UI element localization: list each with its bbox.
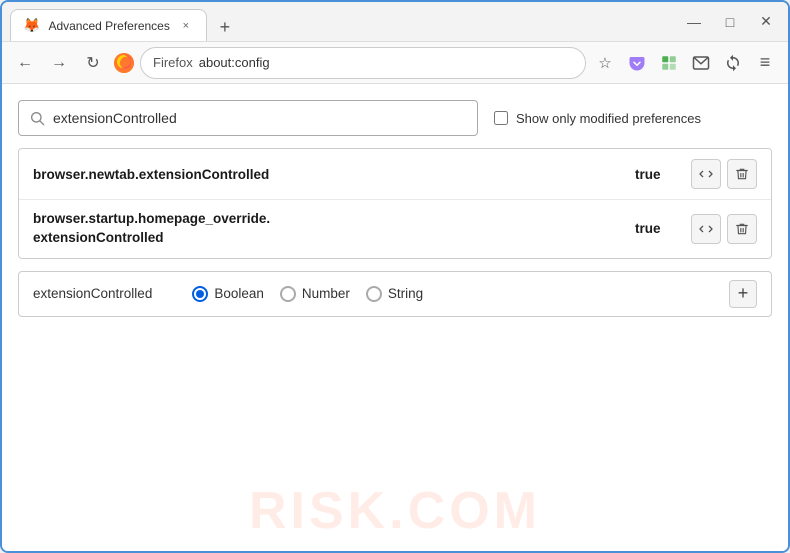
- radio-string-circle: [366, 286, 382, 302]
- title-bar: 🦊 Advanced Preferences × + — □ ✕: [2, 2, 788, 42]
- radio-boolean-circle: [192, 286, 208, 302]
- radio-boolean[interactable]: Boolean: [192, 286, 264, 302]
- pref-name: browser.newtab.extensionControlled: [33, 167, 635, 182]
- toggle-icon: [698, 221, 714, 237]
- puzzle-icon: [660, 54, 678, 72]
- mail-icon: [692, 54, 710, 72]
- radio-boolean-label: Boolean: [214, 286, 264, 301]
- tab-close-button[interactable]: ×: [178, 18, 194, 34]
- row-actions: [691, 214, 757, 244]
- pocket-button[interactable]: [622, 48, 652, 78]
- radio-number[interactable]: Number: [280, 286, 350, 302]
- new-pref-row: extensionControlled Boolean Number Strin…: [18, 271, 772, 317]
- show-modified-checkbox[interactable]: [494, 111, 508, 125]
- back-button[interactable]: ←: [10, 48, 40, 78]
- results-table: browser.newtab.extensionControlled true: [18, 148, 772, 259]
- forward-button[interactable]: →: [44, 48, 74, 78]
- radio-number-label: Number: [302, 286, 350, 301]
- pref-name-multiline: browser.startup.homepage_override. exten…: [33, 210, 635, 248]
- url-display: about:config: [199, 55, 270, 70]
- table-row: browser.startup.homepage_override. exten…: [19, 200, 771, 258]
- close-button[interactable]: ✕: [752, 8, 780, 36]
- new-tab-button[interactable]: +: [211, 13, 239, 41]
- watermark: RISK.COM: [249, 481, 541, 541]
- tab-title: Advanced Preferences: [48, 19, 169, 33]
- pref-value: true: [635, 167, 675, 182]
- toggle-button[interactable]: [691, 214, 721, 244]
- sync-button[interactable]: [718, 48, 748, 78]
- address-bar[interactable]: Firefox about:config: [140, 47, 586, 79]
- add-pref-button[interactable]: +: [729, 280, 757, 308]
- radio-string[interactable]: String: [366, 286, 423, 302]
- row-actions: [691, 159, 757, 189]
- toggle-icon: [698, 166, 714, 182]
- browser-window: 🦊 Advanced Preferences × + — □ ✕ ← → ↻ F…: [0, 0, 790, 553]
- page-content: RISK.COM Show only modified preferences …: [2, 84, 788, 551]
- browser-brand: Firefox: [153, 55, 193, 70]
- delete-button[interactable]: [727, 159, 757, 189]
- minimize-button[interactable]: —: [680, 8, 708, 36]
- radio-group: Boolean Number String: [192, 286, 713, 302]
- download-button[interactable]: [686, 48, 716, 78]
- pref-search-box[interactable]: [18, 100, 478, 136]
- sync-icon: [724, 54, 742, 72]
- trash-icon: [735, 221, 749, 237]
- pref-name-line2: extensionControlled: [33, 230, 164, 245]
- tab-favicon: 🦊: [23, 17, 40, 34]
- tab-area: 🦊 Advanced Preferences × +: [10, 2, 680, 41]
- menu-button[interactable]: ≡: [750, 48, 780, 78]
- pref-value: true: [635, 221, 675, 236]
- radio-number-circle: [280, 286, 296, 302]
- extension-button[interactable]: [654, 48, 684, 78]
- reload-button[interactable]: ↻: [78, 48, 108, 78]
- search-input[interactable]: [53, 110, 467, 126]
- radio-string-label: String: [388, 286, 423, 301]
- delete-button[interactable]: [727, 214, 757, 244]
- table-row: browser.newtab.extensionControlled true: [19, 149, 771, 200]
- pocket-icon: [628, 54, 646, 72]
- firefox-logo: [112, 51, 136, 75]
- show-modified-row: Show only modified preferences: [494, 111, 701, 126]
- search-icon: [29, 110, 45, 126]
- search-row: Show only modified preferences: [18, 100, 772, 136]
- navigation-bar: ← → ↻ Firefox about:config ☆: [2, 42, 788, 84]
- new-pref-name: extensionControlled: [33, 286, 152, 301]
- toggle-button[interactable]: [691, 159, 721, 189]
- window-controls: — □ ✕: [680, 8, 780, 36]
- active-tab[interactable]: 🦊 Advanced Preferences ×: [10, 9, 207, 41]
- maximize-button[interactable]: □: [716, 8, 744, 36]
- nav-right-icons: ☆: [590, 48, 780, 78]
- show-modified-label: Show only modified preferences: [516, 111, 701, 126]
- trash-icon: [735, 166, 749, 182]
- bookmark-button[interactable]: ☆: [590, 48, 620, 78]
- pref-name-line1: browser.startup.homepage_override.: [33, 211, 270, 226]
